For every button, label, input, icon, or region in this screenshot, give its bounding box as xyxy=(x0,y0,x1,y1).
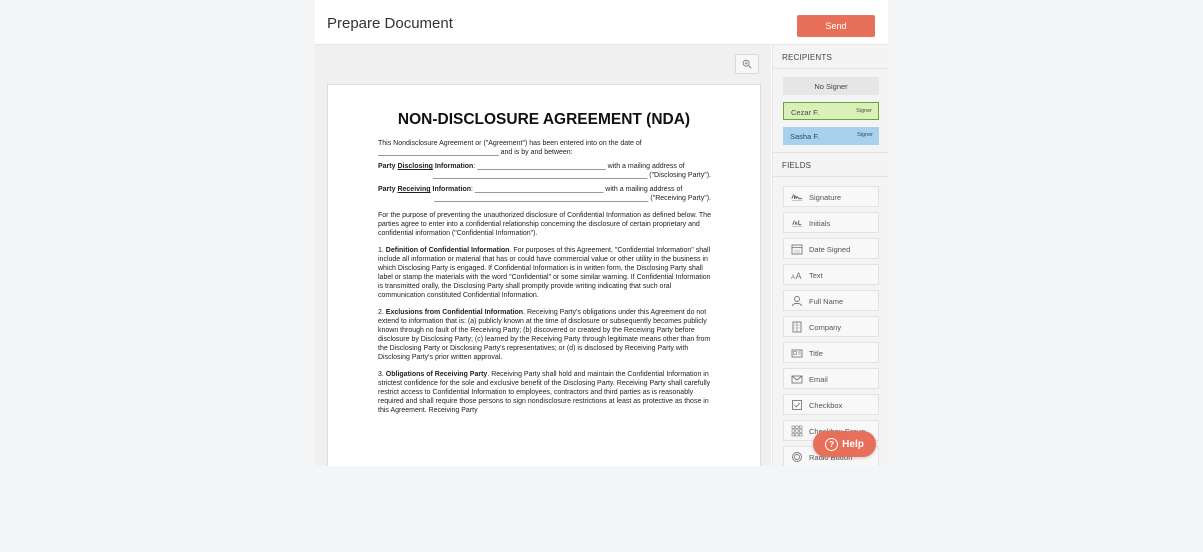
field-label: Checkbox xyxy=(809,401,843,410)
svg-text:A: A xyxy=(791,275,795,281)
page-title: Prepare Document xyxy=(327,15,453,32)
recipient-name: Sasha F. xyxy=(790,132,820,141)
section-2-heading: Exclusions from Confidential Information xyxy=(385,309,524,316)
disclosing-label: Party xyxy=(378,163,396,170)
recipient-role: Signer xyxy=(856,108,872,114)
signature-icon xyxy=(790,190,804,203)
help-label: Help xyxy=(842,438,864,450)
field-initials[interactable]: Initials xyxy=(783,212,879,233)
person-icon xyxy=(790,294,804,307)
section-1: 1. Definition of Confidential Informatio… xyxy=(378,246,711,300)
send-button[interactable]: Send xyxy=(797,15,875,37)
field-label: Signature xyxy=(809,193,842,202)
calendar-icon xyxy=(790,242,804,255)
document-title: NON-DISCLOSURE AGREEMENT (NDA) xyxy=(397,111,691,128)
disclosing-party-line: Party Disclosing Information: __________… xyxy=(378,162,711,180)
field-checkbox[interactable]: Checkbox xyxy=(783,394,879,415)
id-card-icon xyxy=(790,346,804,359)
intro-line-2: _______________________________ and is b… xyxy=(378,149,573,156)
section-3-heading: Obligations of Receiving Party xyxy=(385,371,488,378)
field-email[interactable]: Email xyxy=(783,368,879,389)
recipients-label: RECIPIENTS xyxy=(782,53,833,62)
receiving-line: : _________________________________ with… xyxy=(471,186,683,193)
intro-paragraph: This Nondisclosure Agreement or ("Agreem… xyxy=(378,139,711,157)
section-3-number: 3. xyxy=(378,371,384,378)
disclosing-line: : _________________________________ with… xyxy=(473,163,685,170)
help-button[interactable]: ? Help xyxy=(813,431,876,457)
field-signature[interactable]: Signature xyxy=(783,186,879,207)
text-icon: AA xyxy=(790,268,804,281)
zoom-in-icon xyxy=(742,59,752,69)
receiving-line-2: ________________________________________… xyxy=(434,195,711,202)
radio-icon xyxy=(790,450,804,463)
receiving-party-line: Party Receiving Information: ___________… xyxy=(378,185,711,203)
checkbox-group-icon xyxy=(790,424,804,437)
sidebar: RECIPIENTS No Signer Cezar F. Signer Sas… xyxy=(772,45,888,466)
section-1-heading: Definition of Confidential Information xyxy=(385,247,510,254)
disclosing-rest: Information xyxy=(434,163,474,170)
question-icon: ? xyxy=(825,437,839,451)
field-text[interactable]: AA Text xyxy=(783,264,879,285)
divider xyxy=(773,176,888,177)
divider xyxy=(773,68,888,69)
section-2-number: 2. xyxy=(378,309,384,316)
checkbox-icon xyxy=(790,398,804,411)
field-full-name[interactable]: Full Name xyxy=(783,290,879,311)
section-1-text: . For purposes of this Agreement, "Confi… xyxy=(378,247,711,299)
section-3: 3. Obligations of Receiving Party. Recei… xyxy=(378,370,711,415)
field-label: Text xyxy=(809,271,823,280)
field-label: Full Name xyxy=(809,297,844,306)
purpose-paragraph: For the purpose of preventing the unauth… xyxy=(378,212,711,237)
field-label: Title xyxy=(809,349,823,358)
receiving-label: Party xyxy=(378,186,396,193)
initials-icon xyxy=(790,216,804,229)
section-2: 2. Exclusions from Confidential Informat… xyxy=(378,308,711,362)
zoom-in-button[interactable] xyxy=(735,54,759,74)
receiving-rest: Information xyxy=(432,186,472,193)
field-label: Company xyxy=(809,323,842,332)
header: Prepare Document Send xyxy=(315,0,888,45)
document-body: This Nondisclosure Agreement or ("Agreem… xyxy=(378,139,711,423)
prepare-document-window: Prepare Document Send NON-DISCLOSURE AGR… xyxy=(315,0,888,466)
building-icon xyxy=(790,320,804,333)
section-1-number: 1. xyxy=(378,247,384,254)
recipient-name: No Signer xyxy=(814,82,848,91)
field-label: Date Signed xyxy=(809,245,851,254)
field-title[interactable]: Title xyxy=(783,342,879,363)
recipient-cezar[interactable]: Cezar F. Signer xyxy=(783,102,879,120)
receiving-word: Receiving xyxy=(397,186,431,193)
field-label: Email xyxy=(809,375,828,384)
disclosing-line-2: ________________________________________… xyxy=(433,172,711,179)
recipient-role: Signer xyxy=(857,132,873,138)
document-viewer[interactable]: NON-DISCLOSURE AGREEMENT (NDA) This Nond… xyxy=(315,45,771,466)
field-company[interactable]: Company xyxy=(783,316,879,337)
disclosing-word: Disclosing xyxy=(397,163,433,170)
section-2-text: . Receiving Party's obligations under th… xyxy=(378,309,711,361)
recipient-sasha[interactable]: Sasha F. Signer xyxy=(783,127,879,145)
field-label: Initials xyxy=(809,219,831,228)
svg-text:A: A xyxy=(796,271,802,281)
document-page[interactable]: NON-DISCLOSURE AGREEMENT (NDA) This Nond… xyxy=(327,84,761,466)
envelope-icon xyxy=(790,372,804,385)
field-date-signed[interactable]: Date Signed xyxy=(783,238,879,259)
divider xyxy=(773,152,888,153)
fields-label: FIELDS xyxy=(782,161,812,170)
recipient-no-signer[interactable]: No Signer xyxy=(783,77,879,95)
intro-line-1: This Nondisclosure Agreement or ("Agreem… xyxy=(378,140,642,147)
recipient-name: Cezar F. xyxy=(791,108,819,117)
